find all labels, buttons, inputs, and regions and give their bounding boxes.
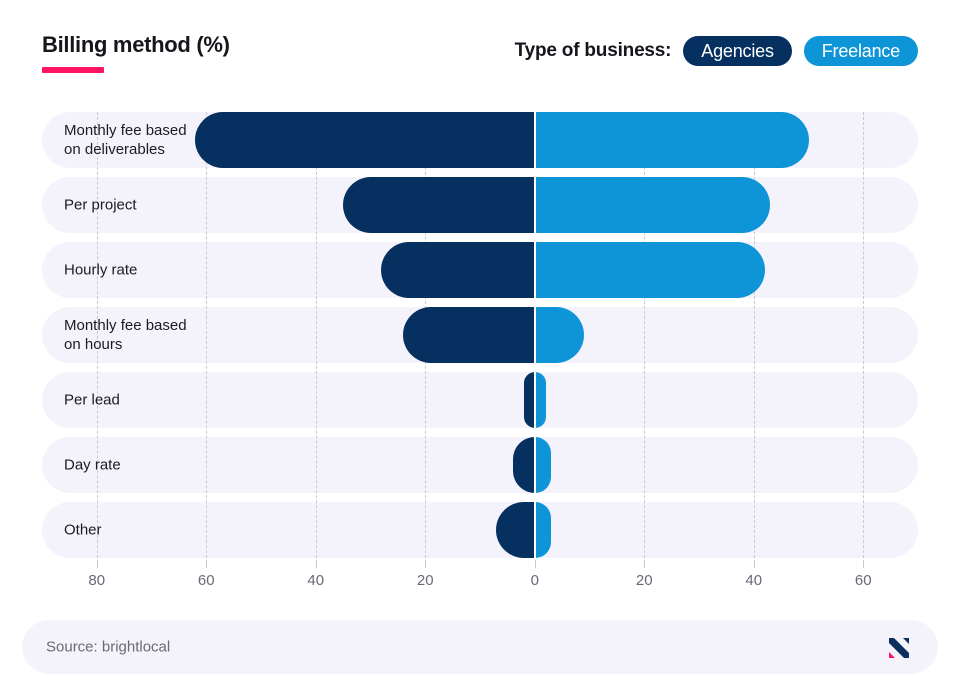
brand-logo-icon	[884, 632, 914, 662]
x-axis: 80 60 40 20 0 20 40 60	[42, 560, 918, 596]
category-row: Other	[42, 502, 918, 558]
category-label: Hourly rate	[64, 261, 138, 279]
axis-tick	[315, 560, 317, 568]
axis-tick	[425, 560, 427, 568]
title-accent-underline	[42, 67, 104, 73]
category-row: Per project	[42, 177, 918, 233]
axis-tick-label: 80	[88, 572, 106, 589]
legend-item-freelance[interactable]: Freelance	[803, 36, 918, 66]
axis-tick	[753, 560, 755, 568]
legend: Type of business: Agencies Freelance	[515, 36, 918, 66]
category-label: Per lead	[64, 391, 120, 409]
category-label: Day rate	[64, 456, 121, 474]
category-label: Monthly fee based on deliverables	[64, 122, 187, 158]
axis-tick	[206, 560, 208, 568]
axis-tick	[96, 560, 98, 568]
source-text: Source: brightlocal	[46, 638, 171, 656]
category-label: Per project	[64, 196, 137, 214]
axis-tick-label: 20	[416, 572, 434, 589]
axis-tick-label: 0	[530, 572, 539, 589]
category-row: Monthly fee based on hours	[42, 307, 918, 363]
category-label: Other	[64, 521, 102, 539]
category-row: Day rate	[42, 437, 918, 493]
legend-title: Type of business:	[514, 40, 672, 61]
axis-tick-label: 20	[635, 572, 653, 589]
title-block: Billing method (%)	[42, 32, 230, 73]
chart-page: Billing method (%) Type of business: Age…	[0, 0, 960, 690]
legend-item-agencies[interactable]: Agencies	[683, 36, 792, 66]
chart-header: Billing method (%) Type of business: Age…	[0, 0, 960, 100]
plot-area: Monthly fee based on deliverables Per pro…	[42, 112, 918, 560]
category-row: Monthly fee based on deliverables	[42, 112, 918, 168]
axis-tick	[863, 560, 865, 568]
page-title: Billing method (%)	[42, 32, 230, 57]
axis-tick-label: 60	[197, 572, 215, 589]
axis-tick	[644, 560, 646, 568]
footer-bar: Source: brightlocal	[22, 620, 938, 674]
category-row: Per lead	[42, 372, 918, 428]
axis-tick-label: 60	[854, 572, 872, 589]
axis-tick-label: 40	[745, 572, 763, 589]
category-label: Monthly fee based on hours	[64, 317, 187, 353]
axis-tick	[534, 560, 536, 568]
category-row: Hourly rate	[42, 242, 918, 298]
axis-tick-label: 40	[307, 572, 325, 589]
